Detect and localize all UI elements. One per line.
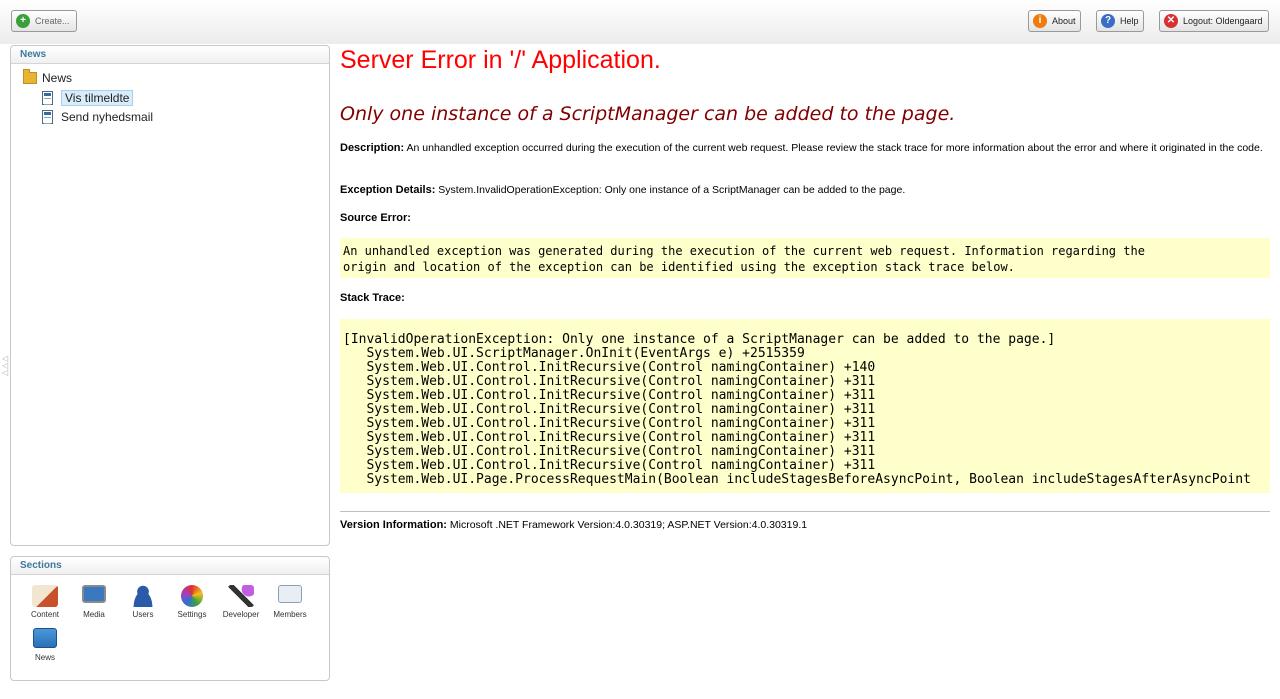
section-content[interactable]: Content [23,585,67,619]
section-label: Users [132,610,154,619]
tree-panel-title: News [11,46,329,64]
create-button[interactable]: + Create... [11,10,77,32]
section-users[interactable]: Users [121,585,165,619]
stack-trace-line: System.Web.UI.Control.InitRecursive(Cont… [343,388,876,403]
section-settings[interactable]: Settings [170,585,214,619]
help-button[interactable]: ? Help [1096,10,1144,32]
plus-icon: + [16,14,30,28]
tree-root-label: News [42,71,73,85]
source-error-label: Source Error: [340,212,411,224]
stack-trace-label: Stack Trace: [340,292,405,304]
stack-trace-line: System.Web.UI.Control.InitRecursive(Cont… [343,402,876,417]
developer-icon [228,585,254,607]
top-toolbar: + Create... i About ? Help ✕ Logout: Old… [0,0,1280,44]
exception-text: System.InvalidOperationException: Only o… [438,184,906,196]
section-label: Developer [222,610,260,619]
stack-trace-line: [InvalidOperationException: Only one ins… [343,332,1056,347]
members-icon [278,585,302,603]
stack-trace-line: System.Web.UI.Control.InitRecursive(Cont… [343,430,876,445]
version-text: Microsoft .NET Framework Version:4.0.303… [449,519,808,531]
version-paragraph: Version Information: Microsoft .NET Fram… [340,518,807,532]
description-paragraph: Description: An unhandled exception occu… [340,141,1265,155]
source-error-line: An unhandled exception was generated dur… [343,244,1145,258]
news-icon [33,628,57,648]
content-icon [32,585,58,607]
source-error-heading: Source Error: [340,211,411,225]
section-media[interactable]: Media [72,585,116,619]
help-icon: ? [1101,14,1115,28]
section-label: News [34,653,55,662]
sections-panel-title: Sections [11,557,329,575]
about-button[interactable]: i About [1028,10,1081,32]
sections-panel: Sections Content Media Users Settings De… [10,556,330,681]
stack-trace-line: System.Web.UI.Control.InitRecursive(Cont… [343,374,876,389]
tree-item-vis-tilmeldte[interactable]: Vis tilmeldte [42,90,134,106]
stack-trace-line: System.Web.UI.Control.InitRecursive(Cont… [343,360,876,375]
tree-item-label: Vis tilmeldte [61,90,134,106]
logout-label: Logout: Oldengaard [1183,16,1263,26]
help-label: Help [1120,16,1139,26]
section-label: Content [30,610,60,619]
divider [340,511,1270,512]
document-icon [42,110,53,124]
stack-trace-line: System.Web.UI.Page.ProcessRequestMain(Bo… [343,472,1251,487]
section-label: Settings [177,610,207,619]
section-members[interactable]: Members [268,585,312,619]
section-news[interactable]: News [23,628,67,662]
source-error-line: origin and location of the exception can… [343,260,1015,274]
source-error-box: An unhandled exception was generated dur… [340,238,1270,278]
page-title: Server Error in '/' Application. [340,46,661,74]
settings-icon [181,585,203,607]
document-icon [42,91,53,105]
version-label: Version Information: [340,519,447,531]
tree-root-news[interactable]: News [23,69,73,85]
panel-splitter-handle[interactable]: ◁ ◁ ◁ [2,355,8,377]
description-label: Description: [340,142,405,154]
about-label: About [1052,16,1076,26]
section-label: Members [273,610,307,619]
media-icon [82,585,106,603]
stack-trace-line: System.Web.UI.Control.InitRecursive(Cont… [343,458,876,473]
stack-trace-box: [InvalidOperationException: Only one ins… [340,319,1270,493]
stack-trace-line: System.Web.UI.ScriptManager.OnInit(Event… [343,346,805,361]
description-text: An unhandled exception occurred during t… [406,142,1263,154]
exception-paragraph: Exception Details: System.InvalidOperati… [340,183,905,197]
users-icon [130,585,156,607]
section-developer[interactable]: Developer [219,585,263,619]
stack-trace-heading: Stack Trace: [340,291,405,305]
exception-label: Exception Details: [340,184,436,196]
stack-trace-line: System.Web.UI.Control.InitRecursive(Cont… [343,444,876,459]
section-label: Media [83,610,105,619]
tree-item-label: Send nyhedsmail [61,110,154,124]
close-icon: ✕ [1164,14,1178,28]
error-message: Only one instance of a ScriptManager can… [340,103,956,125]
logout-button[interactable]: ✕ Logout: Oldengaard [1159,10,1269,32]
tree-panel: News News Vis tilmeldte Send nyhedsmail [10,45,330,546]
folder-icon [23,69,37,84]
info-icon: i [1033,14,1047,28]
stack-trace-line: System.Web.UI.Control.InitRecursive(Cont… [343,416,876,431]
tree-item-send-nyhedsmail[interactable]: Send nyhedsmail [42,110,153,124]
create-label: Create... [35,16,70,26]
